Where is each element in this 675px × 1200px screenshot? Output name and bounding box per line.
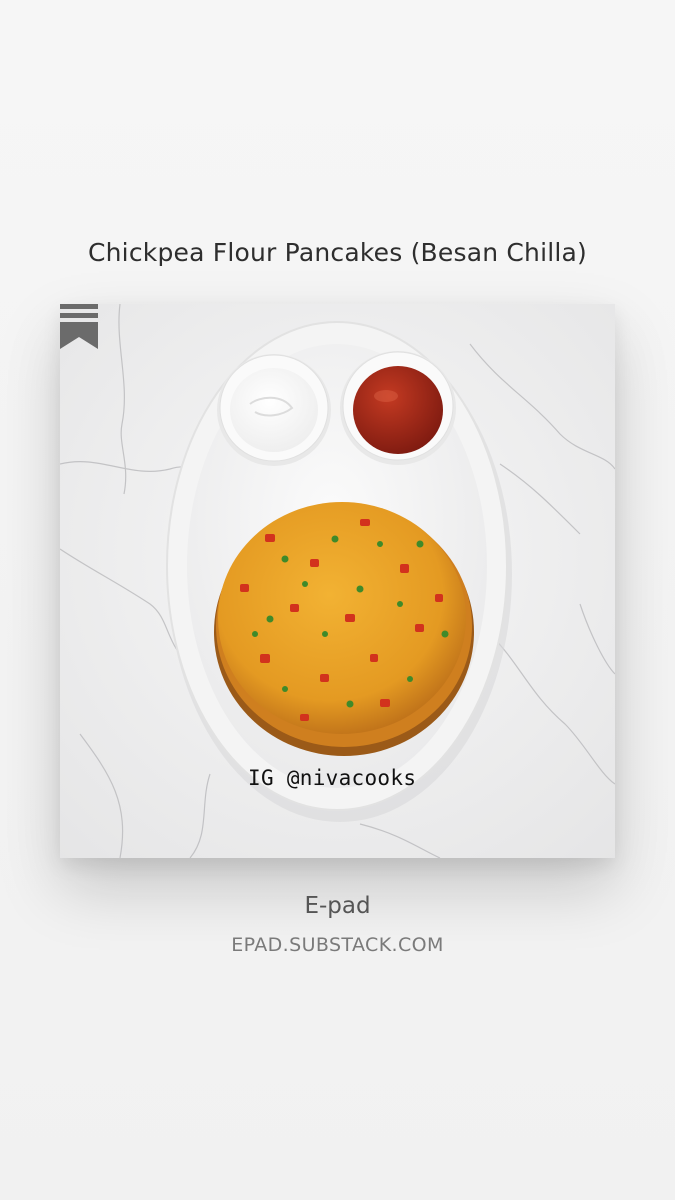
bookmark-icon[interactable] <box>60 304 98 349</box>
publication-name[interactable]: E-pad <box>0 893 675 919</box>
image-watermark: IG @nivacooks <box>248 766 417 790</box>
publication-url[interactable]: EPAD.SUBSTACK.COM <box>0 934 675 956</box>
post-image[interactable]: IG @nivacooks <box>60 304 615 858</box>
post-title: Chickpea Flour Pancakes (Besan Chilla) <box>87 238 588 267</box>
